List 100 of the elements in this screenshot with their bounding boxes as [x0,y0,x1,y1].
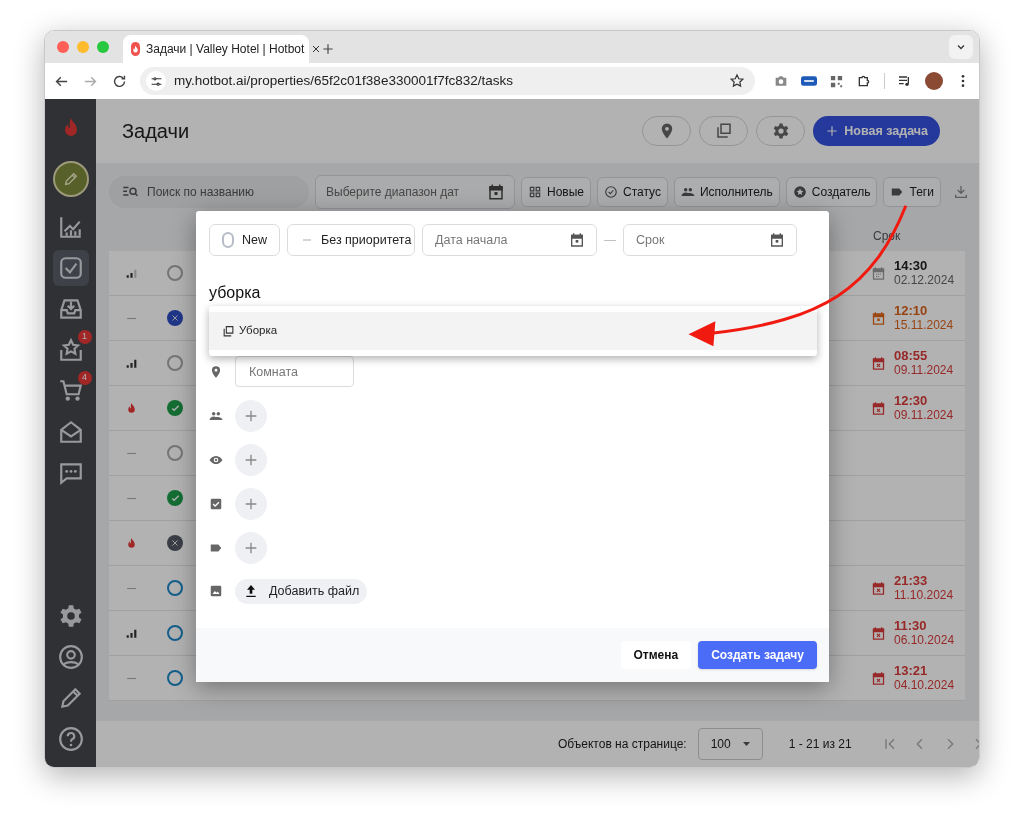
download-icon[interactable] [953,184,969,200]
site-settings-button[interactable] [146,71,166,91]
range-separator: — [604,232,616,249]
check-circle-icon [604,185,618,199]
checkbox-icon [209,497,223,511]
due-date: 15.11.2024 [894,318,954,332]
create-task-button[interactable]: Создать задачу [698,641,817,669]
sidebar-item[interactable] [52,250,89,286]
image-icon [209,584,223,598]
star-badge-icon [792,185,807,199]
tab-title: Задачи | Valley Hotel | Hotbot [146,41,305,58]
checkbox-icon [57,255,84,281]
chart-icon [57,214,84,240]
tune-icon [149,74,163,88]
settings-button[interactable] [756,116,806,146]
plus-icon [243,452,259,468]
copy-button[interactable] [699,116,749,146]
due-time: 13:21 [894,664,929,678]
due-date: 11.10.2024 [894,588,954,602]
page-range: 1 - 21 из 21 [788,736,852,753]
url-text: my.hotbot.ai/properties/65f2c01f38e330001f7fc832/tasks [174,71,513,90]
cancel-button[interactable]: Отмена [620,641,692,669]
plus-icon [825,124,840,138]
status-done-icon[interactable] [167,490,183,506]
due-time: 08:55 [894,349,929,363]
due-date: 09.11.2024 [894,363,954,377]
extensions-icon[interactable] [856,73,872,89]
notification-badge: 1 [77,330,92,344]
eye-icon [209,453,223,467]
calendar-icon [569,232,585,248]
plus-icon [243,540,259,556]
property-avatar[interactable] [52,161,89,197]
status-cancel-icon[interactable] [167,535,183,551]
priority-button[interactable]: Без приоритета [287,224,415,256]
status-button[interactable]: New [209,224,280,256]
suggestion-item[interactable]: Уборка [209,312,817,350]
chat-icon [57,460,84,486]
profile-avatar[interactable] [925,72,943,90]
due-date: 09.11.2024 [894,408,954,422]
address-bar[interactable]: my.hotbot.ai/properties/65f2c01f38e330001f7fc832/tasks [140,67,755,95]
copy-icon [222,324,235,338]
location-button[interactable] [642,116,692,146]
due-date-field[interactable]: Срок [623,224,797,256]
search-field[interactable]: Поиск по названию [109,176,309,208]
copy-icon [714,122,733,140]
x-icon [170,313,180,323]
new-task-button[interactable]: Новая задача [813,116,940,146]
due-time: 14:30 [894,259,929,273]
due-time: 12:30 [894,394,929,408]
cart-icon [57,378,84,404]
upload-icon [243,583,259,599]
bookmark-star-icon[interactable] [729,73,745,89]
filter-chip[interactable]: Теги [883,177,941,207]
add-checklist-button[interactable] [235,488,267,520]
tab-list-button[interactable] [949,35,973,59]
due-date: 04.10.2024 [894,678,955,692]
add-assignee-button[interactable] [235,400,267,432]
notification-badge: 4 [77,371,92,385]
filter-chip[interactable]: Новые [521,177,591,207]
add-watcher-button[interactable] [235,444,267,476]
zip-extension-icon[interactable] [801,76,817,86]
settings-icon [771,122,790,140]
due-time: 12:10 [894,304,929,318]
filter-chip[interactable]: Исполнитель [673,177,780,207]
add-tag-button[interactable] [235,532,267,564]
help-icon [57,726,84,752]
title-input[interactable]: уборка [209,282,809,304]
qr-icon[interactable] [829,73,844,89]
calendar-icon [487,183,505,201]
people-icon [209,409,223,423]
status-cancel-icon[interactable] [167,310,183,326]
dropdown-caret-icon [742,741,750,747]
status-done-icon[interactable] [167,400,183,416]
filter-chip[interactable]: Создатель [785,177,878,207]
start-date-field[interactable]: Дата начала [422,224,597,256]
x-icon [170,538,180,548]
per-page-select[interactable]: 100 [697,728,763,760]
inbox-icon [57,296,84,322]
people-icon [680,185,695,199]
room-field[interactable]: Комната [235,356,354,387]
due-time: 21:33 [894,574,929,588]
pin-icon [209,364,223,379]
page-title: Задачи [122,119,190,144]
profile-icon [57,644,84,670]
due-date: 06.10.2024 [894,633,955,647]
filter-chip[interactable]: Статус [597,177,668,207]
mail-icon [57,419,84,445]
camera-icon[interactable] [773,73,789,89]
date-range-field[interactable]: Выберите диапазон дат [315,175,515,209]
plus-icon [243,496,259,512]
sidebar-item[interactable]: 4 [52,373,89,409]
calendar-icon [769,232,785,248]
plus-icon [243,408,259,424]
due-time: 11:30 [894,619,928,633]
due-date: 02.12.2024 [894,273,955,287]
pen-icon [62,171,79,187]
sidebar-item[interactable]: 1 [52,332,89,368]
add-file-button[interactable]: Добавить файл [235,578,368,604]
per-page-label: Объектов на странице: [558,736,687,753]
grid-icon [528,185,542,199]
